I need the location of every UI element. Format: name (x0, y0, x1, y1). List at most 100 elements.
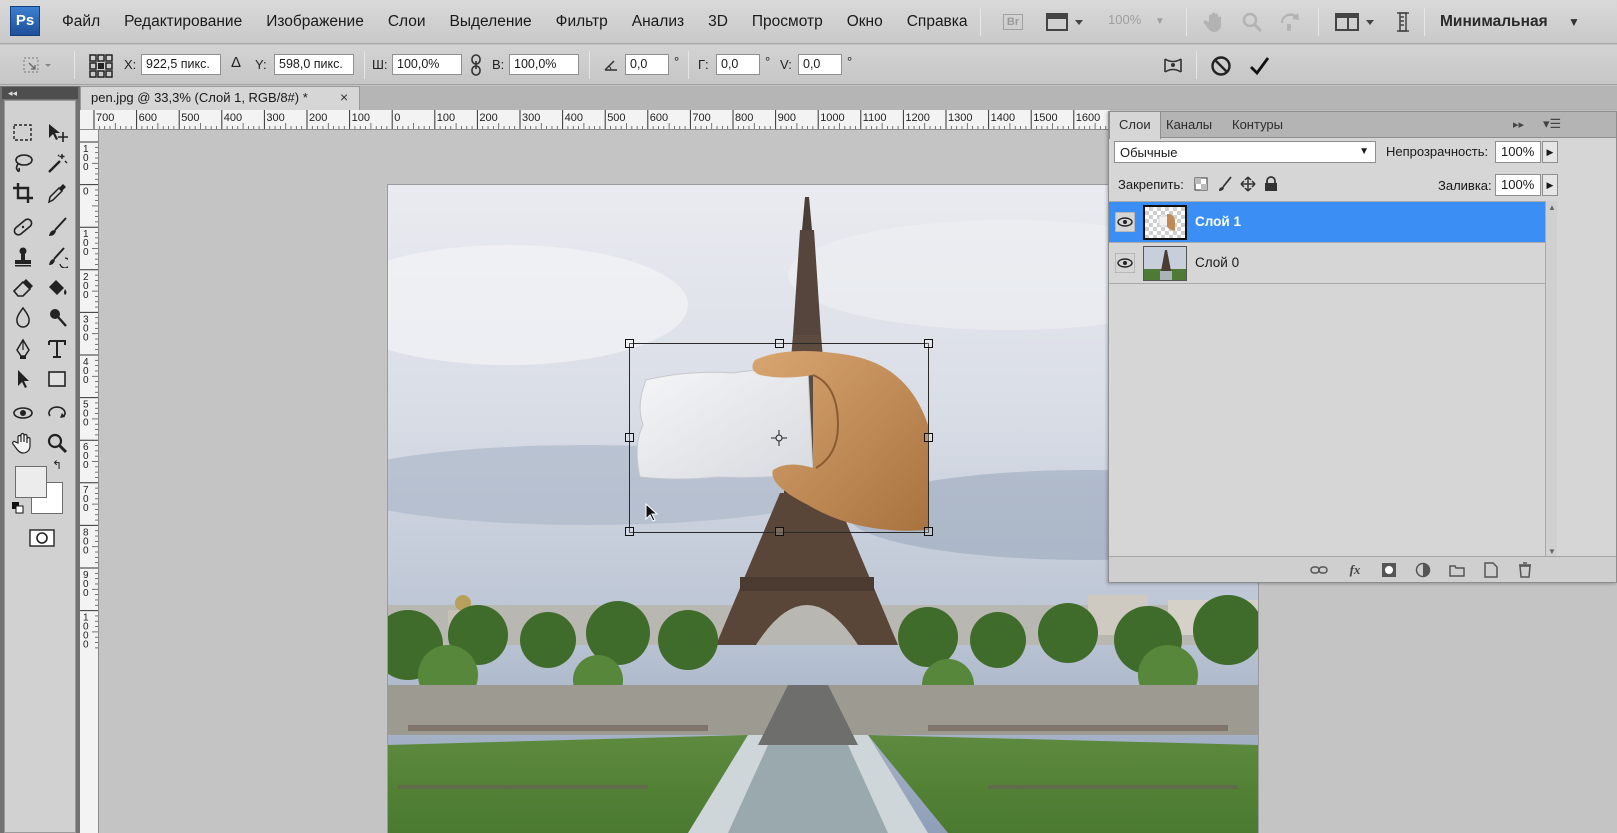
type-tool[interactable] (43, 335, 71, 363)
opacity-slider-toggle[interactable]: ▶ (1542, 141, 1558, 163)
scroll-up-icon[interactable]: ▲ (1548, 203, 1556, 212)
workspace-switcher[interactable]: Минимальная (1440, 0, 1548, 44)
y-position-field[interactable]: 598,0 пикс. (274, 54, 354, 75)
opacity-field[interactable]: 100% (1495, 141, 1541, 163)
photoshop-logo[interactable]: Ps (10, 6, 40, 36)
screen-mode-button[interactable] (1044, 10, 1088, 34)
close-icon[interactable]: × (340, 89, 348, 105)
warp-mode-button[interactable] (1160, 53, 1186, 79)
layer-style-fx-icon[interactable]: fx (1345, 561, 1365, 579)
hand-tool[interactable] (9, 429, 37, 457)
reference-point-locator[interactable] (88, 53, 114, 79)
transform-handle-top-right[interactable] (924, 339, 933, 348)
crop-tool[interactable] (9, 179, 37, 207)
link-layers-icon[interactable] (1309, 561, 1329, 579)
lock-image-pixels-icon[interactable] (1217, 176, 1233, 192)
zoom-tool[interactable] (43, 429, 71, 457)
new-group-icon[interactable] (1447, 561, 1467, 579)
rotate-view-button[interactable] (1276, 10, 1304, 34)
document-tab[interactable]: pen.jpg @ 33,3% (Слой 1, RGB/8#) * (80, 86, 360, 110)
eraser-tool[interactable] (9, 273, 37, 301)
history-brush-tool[interactable] (43, 243, 71, 271)
layer-list-scrollbar[interactable]: ▲ ▼ (1545, 201, 1557, 558)
add-mask-icon[interactable] (1379, 561, 1399, 579)
menu-file[interactable]: Файл (62, 13, 100, 31)
transform-handle-bottom[interactable] (775, 527, 784, 536)
bridge-button[interactable]: Br (1000, 10, 1026, 34)
zoom-tool-button[interactable] (1238, 10, 1266, 34)
swap-colors-icon[interactable]: ↰ (49, 457, 65, 473)
tab-paths[interactable]: Контуры (1223, 112, 1292, 138)
path-selection-tool[interactable] (9, 365, 37, 393)
menu-edit[interactable]: Редактирование (124, 13, 242, 31)
magic-wand-tool[interactable] (43, 149, 71, 177)
vertical-ruler[interactable]: 10001002003004005006007008009001000 (80, 130, 99, 833)
lasso-tool[interactable] (9, 149, 37, 177)
scroll-down-icon[interactable]: ▼ (1548, 547, 1556, 556)
move-tool[interactable] (43, 119, 71, 147)
zoom-level-field[interactable]: 100% ▼ (1108, 12, 1172, 32)
horizontal-skew-field[interactable]: 0,0 (716, 54, 760, 75)
transform-handle-bottom-right[interactable] (924, 527, 933, 536)
3d-rotate-tool[interactable] (9, 399, 37, 427)
menu-window[interactable]: Окно (847, 13, 883, 31)
x-position-field[interactable]: 922,5 пикс. (141, 54, 221, 75)
hand-tool-button[interactable] (1200, 10, 1228, 34)
menu-select[interactable]: Выделение (450, 13, 532, 31)
lock-transparent-pixels-icon[interactable] (1194, 177, 1208, 191)
tab-layers[interactable]: Слои (1109, 112, 1161, 139)
height-scale-field[interactable]: 100,0% (509, 54, 579, 75)
relative-position-icon[interactable]: Δ (231, 54, 241, 71)
layer-name[interactable]: Слой 1 (1195, 214, 1241, 229)
menu-layers[interactable]: Слои (388, 13, 426, 31)
transform-handle-bottom-left[interactable] (625, 527, 634, 536)
blend-mode-select[interactable]: Обычные ▼ (1114, 141, 1376, 163)
paint-bucket-tool[interactable] (43, 273, 71, 301)
tab-channels[interactable]: Каналы (1157, 112, 1221, 138)
blur-tool[interactable] (9, 303, 37, 331)
arrange-documents-button[interactable] (1334, 10, 1380, 34)
menu-image[interactable]: Изображение (266, 13, 364, 31)
transform-handle-top-left[interactable] (625, 339, 634, 348)
transform-handle-left[interactable] (625, 433, 634, 442)
3d-orbit-tool[interactable] (43, 399, 71, 427)
menu-view[interactable]: Просмотр (752, 13, 823, 31)
brush-tool[interactable] (43, 213, 71, 241)
layer-name[interactable]: Слой 0 (1195, 255, 1239, 270)
visibility-eye-icon[interactable] (1115, 253, 1135, 273)
extras-button[interactable] (1392, 10, 1414, 34)
healing-brush-tool[interactable] (9, 213, 37, 241)
transform-handle-right[interactable] (924, 433, 933, 442)
default-colors-icon[interactable] (11, 501, 25, 515)
commit-transform-button[interactable] (1246, 53, 1272, 79)
lock-all-icon[interactable] (1264, 176, 1278, 192)
eyedropper-tool[interactable] (43, 179, 71, 207)
marquee-tool[interactable] (9, 119, 37, 147)
reference-point-crosshair-icon[interactable] (771, 430, 787, 446)
width-scale-field[interactable]: 100,0% (392, 54, 462, 75)
new-layer-icon[interactable] (1481, 561, 1501, 579)
panel-menu-icon[interactable]: ▾☰ (1543, 116, 1561, 132)
clone-stamp-tool[interactable] (9, 243, 37, 271)
pen-tool[interactable] (9, 335, 37, 363)
tool-preset-picker[interactable] (20, 53, 54, 77)
fill-field[interactable]: 100% (1495, 174, 1541, 196)
cancel-transform-button[interactable] (1208, 53, 1234, 79)
vertical-skew-field[interactable]: 0,0 (798, 54, 842, 75)
lock-position-icon[interactable] (1240, 176, 1256, 192)
transform-handle-top[interactable] (775, 339, 784, 348)
dodge-tool[interactable] (43, 303, 71, 331)
visibility-eye-icon[interactable] (1115, 212, 1135, 232)
toolbox-collapse-handle[interactable]: ◂◂ (2, 87, 78, 99)
layer-row[interactable]: Слой 0 (1109, 243, 1545, 284)
menu-3d[interactable]: 3D (708, 13, 728, 31)
menu-filter[interactable]: Фильтр (556, 13, 608, 31)
adjustment-layer-icon[interactable] (1413, 561, 1433, 579)
chevron-down-icon[interactable]: ▼ (1568, 0, 1580, 44)
foreground-color-swatch[interactable] (15, 466, 47, 498)
menu-help[interactable]: Справка (907, 13, 968, 31)
layer-row[interactable]: Слой 1 (1109, 202, 1545, 243)
rotation-angle-field[interactable]: 0,0 (625, 54, 669, 75)
rectangle-tool[interactable] (43, 365, 71, 393)
quick-mask-button[interactable] (27, 527, 57, 549)
